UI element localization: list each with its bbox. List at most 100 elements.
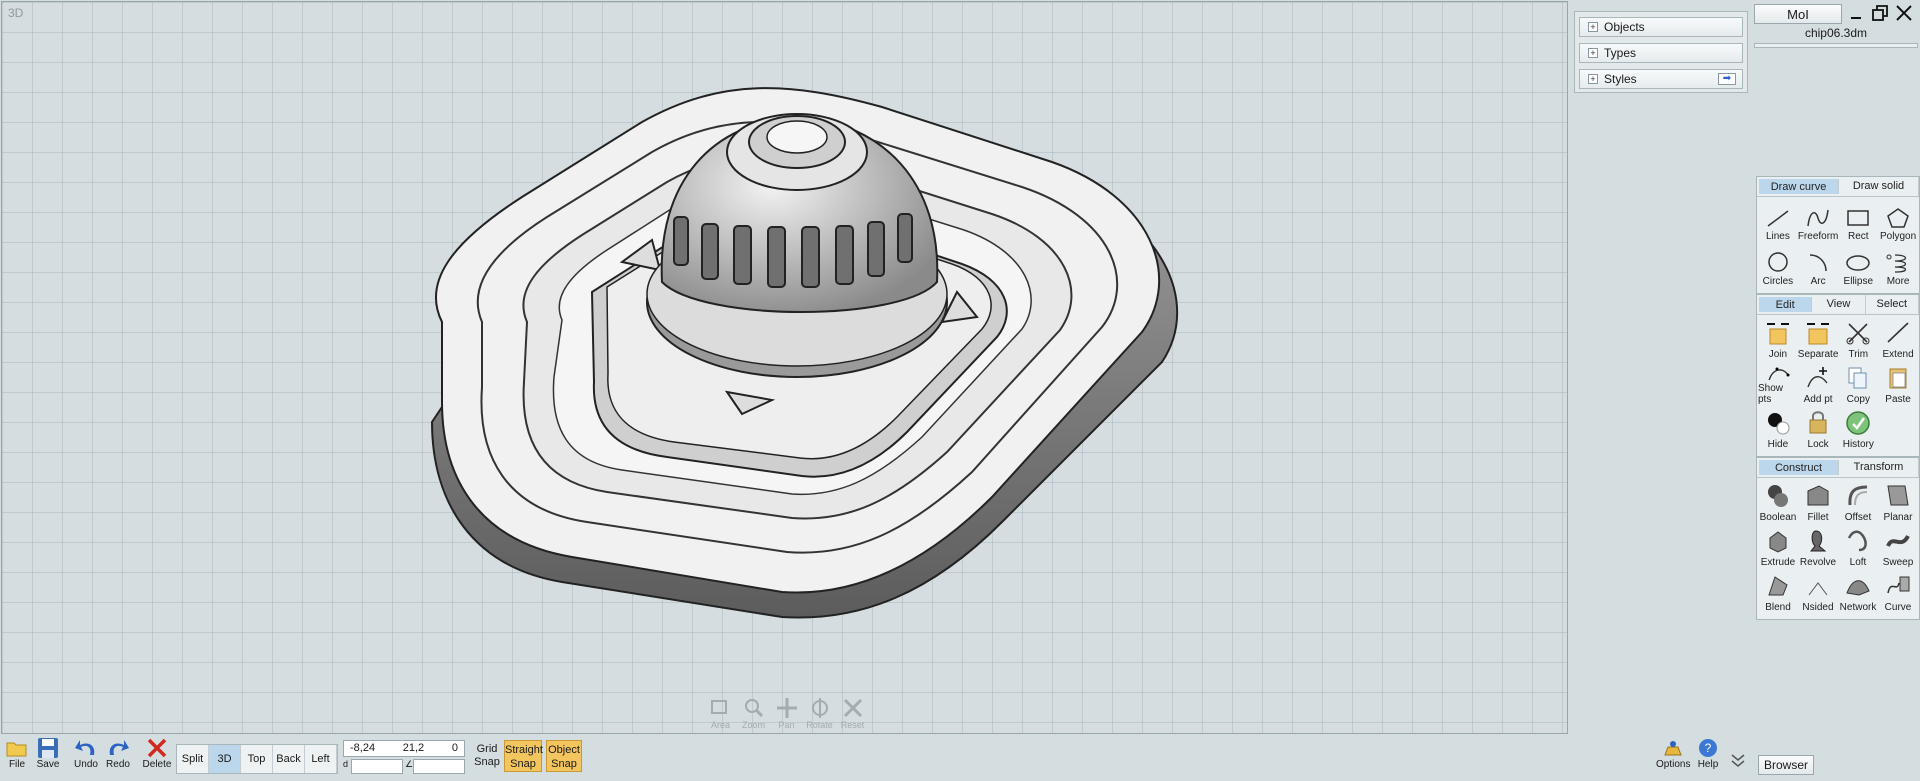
zoom-button[interactable]: Zoom — [740, 696, 767, 730]
loft-button[interactable]: Loft — [1838, 526, 1878, 571]
blend-button[interactable]: Blend — [1758, 571, 1798, 616]
tab-view[interactable]: View — [1812, 295, 1866, 314]
file-button[interactable]: File — [3, 737, 31, 770]
revolve-icon — [1809, 530, 1827, 552]
save-button[interactable]: Save — [34, 737, 62, 770]
join-button[interactable]: Join — [1758, 318, 1798, 363]
show-points-button[interactable]: Show pts — [1758, 363, 1798, 408]
tab-edit[interactable]: Edit — [1759, 297, 1813, 312]
extrude-button[interactable]: Extrude — [1758, 526, 1798, 571]
tab-draw-solid[interactable]: Draw solid — [1839, 177, 1919, 196]
delete-icon — [147, 738, 167, 758]
freeform-icon — [1807, 209, 1829, 227]
fillet-button[interactable]: Fillet — [1798, 481, 1838, 526]
polygon-icon — [1887, 208, 1909, 228]
browser-button[interactable]: Browser — [1758, 755, 1814, 775]
join-icon — [1766, 323, 1789, 345]
file-name: chip06.3dm — [1804, 26, 1868, 40]
view-left-button[interactable]: Left — [305, 745, 337, 773]
expand-icon: + — [1588, 48, 1598, 58]
copy-icon — [1848, 367, 1867, 389]
lines-button[interactable]: Lines — [1758, 200, 1798, 245]
freeform-button[interactable]: Freeform — [1798, 200, 1838, 245]
tab-select[interactable]: Select — [1866, 295, 1919, 314]
tab-draw-curve[interactable]: Draw curve — [1759, 179, 1839, 194]
nsided-icon — [1808, 582, 1828, 596]
arc-button[interactable]: Arc — [1798, 245, 1839, 290]
coordinate-readout[interactable]: -8,24 21,2 0 — [343, 740, 465, 757]
straight-snap-toggle[interactable]: Straight Snap — [504, 740, 543, 772]
grid-snap-toggle[interactable]: Grid Snap — [472, 743, 502, 769]
view-top-button[interactable]: Top — [241, 745, 273, 773]
angle-input[interactable] — [413, 759, 465, 774]
delete-button[interactable]: Delete — [142, 737, 172, 770]
copy-button[interactable]: Copy — [1838, 363, 1878, 408]
ellipse-button[interactable]: Ellipse — [1838, 245, 1878, 290]
boolean-icon — [1768, 485, 1788, 507]
window-controls — [1846, 3, 1914, 23]
view-split-button[interactable]: Split — [177, 745, 209, 773]
area-zoom-icon — [707, 696, 734, 720]
rotate-button[interactable]: Rotate — [806, 696, 833, 730]
options-button[interactable]: Options — [1656, 737, 1690, 770]
tab-construct[interactable]: Construct — [1759, 460, 1839, 475]
trim-button[interactable]: Trim — [1838, 318, 1878, 363]
view-3d-button[interactable]: 3D — [209, 745, 241, 773]
ellipse-icon — [1846, 255, 1871, 271]
coordinate-input: -8,24 21,2 0 d ∠ — [343, 740, 465, 774]
area-zoom-button[interactable]: Area — [707, 696, 734, 730]
close-button[interactable] — [1894, 3, 1914, 23]
rotate-icon — [806, 696, 833, 720]
distance-input[interactable] — [351, 759, 403, 774]
folder-icon — [6, 742, 27, 757]
revolve-button[interactable]: Revolve — [1798, 526, 1838, 571]
objects-section[interactable]: + Objects — [1579, 17, 1743, 37]
add-point-button[interactable]: Add pt — [1798, 363, 1839, 408]
nsided-button[interactable]: Nsided — [1798, 571, 1838, 616]
lock-icon — [1809, 411, 1827, 434]
lock-button[interactable]: Lock — [1798, 408, 1839, 453]
view-switcher: Split 3D Top Back Left — [176, 744, 338, 774]
extend-icon — [1887, 322, 1909, 343]
zoom-icon — [740, 696, 767, 720]
redo-button[interactable]: Redo — [104, 737, 132, 770]
reset-view-button[interactable]: Reset — [839, 696, 866, 730]
curve-button[interactable]: Curve — [1878, 571, 1918, 616]
separate-button[interactable]: Separate — [1798, 318, 1838, 363]
restore-icon — [1872, 5, 1888, 21]
polygon-button[interactable]: Polygon — [1878, 200, 1918, 245]
view-back-button[interactable]: Back — [273, 745, 305, 773]
rect-button[interactable]: Rect — [1838, 200, 1878, 245]
circles-button[interactable]: Circles — [1758, 245, 1798, 290]
separate-icon — [1807, 323, 1830, 345]
tab-transform[interactable]: Transform — [1839, 458, 1919, 477]
more-button[interactable]: More — [1878, 245, 1918, 290]
collapse-button[interactable] — [1726, 752, 1750, 771]
types-section[interactable]: + Types — [1579, 43, 1743, 63]
sweep-button[interactable]: Sweep — [1878, 526, 1918, 571]
pan-button[interactable]: Pan — [773, 696, 800, 730]
app-menu-button[interactable]: MoI — [1754, 4, 1842, 24]
3d-model-render[interactable] — [2, 2, 1568, 734]
restore-button[interactable] — [1870, 3, 1890, 23]
circle-icon — [1768, 252, 1788, 272]
history-button[interactable]: History — [1838, 408, 1878, 453]
help-button[interactable]: ? Help — [1694, 737, 1722, 770]
extend-button[interactable]: Extend — [1878, 318, 1918, 363]
offset-icon — [1848, 485, 1868, 506]
fillet-icon — [1807, 485, 1829, 506]
styles-section[interactable]: + Styles ➡ — [1579, 69, 1743, 89]
boolean-button[interactable]: Boolean — [1758, 481, 1798, 526]
object-snap-toggle[interactable]: Object Snap — [546, 740, 582, 772]
add-point-icon — [1807, 367, 1828, 388]
save-icon — [38, 738, 58, 758]
offset-button[interactable]: Offset — [1838, 481, 1878, 526]
3d-viewport[interactable]: 3D Area Zoom Pan Rotate Reset — [1, 1, 1568, 734]
paste-button[interactable]: Paste — [1878, 363, 1918, 408]
hide-button[interactable]: Hide — [1758, 408, 1798, 453]
network-button[interactable]: Network — [1838, 571, 1878, 616]
undo-button[interactable]: Undo — [72, 737, 100, 770]
arrow-right-icon[interactable]: ➡ — [1718, 73, 1736, 85]
planar-button[interactable]: Planar — [1878, 481, 1918, 526]
minimize-button[interactable] — [1846, 3, 1866, 23]
